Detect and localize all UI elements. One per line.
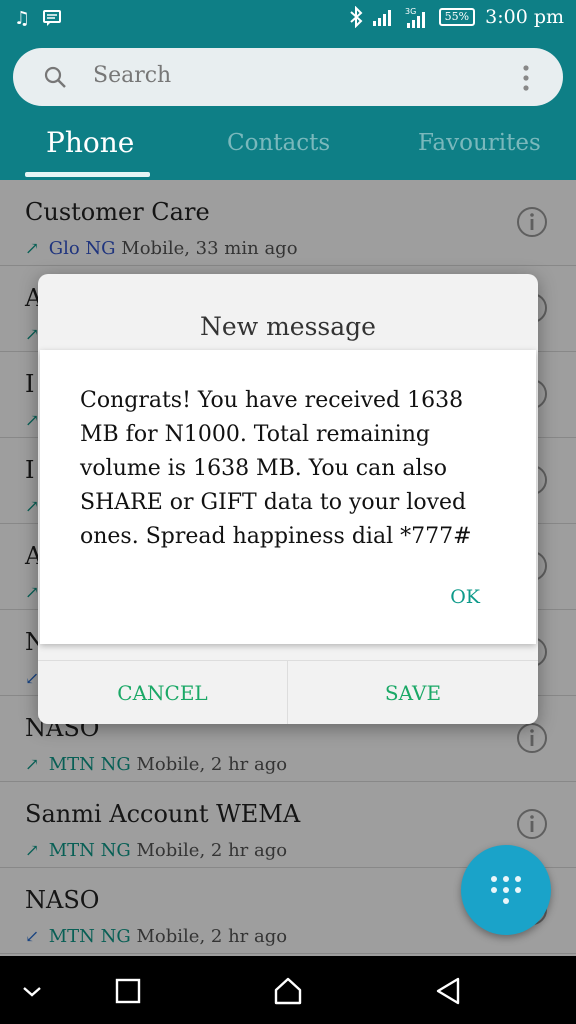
svg-text:3G: 3G [405,7,416,16]
tab-contacts[interactable]: Contacts [227,130,330,156]
tab-phone[interactable]: Phone [46,126,134,159]
dialpad-button[interactable] [461,845,551,935]
home-icon[interactable] [270,974,306,1008]
music-note-icon: ♫ [14,8,31,29]
save-button[interactable]: SAVE [288,661,538,724]
battery-icon: 55% [438,8,476,26]
message-card: Congrats! You have received 1638 MB for … [40,350,536,644]
bluetooth-icon [349,6,363,28]
cancel-button[interactable]: CANCEL [38,661,288,724]
status-bar: ♫ 3G 55% 3:00 pm [0,0,576,40]
navigation-bar [0,956,576,1024]
signal-3g-icon: 3G [405,7,425,28]
search-icon [44,66,66,88]
dialpad-icon [491,876,521,904]
search-bar[interactable]: Search [13,48,563,106]
ok-button[interactable]: OK [450,586,480,608]
message-icon [43,10,62,26]
chevron-down-icon[interactable] [14,974,50,1008]
dialog-title: New message [200,312,376,341]
app-bar: Search Phone Contacts Favourites [0,40,576,180]
tab-bar: Phone Contacts Favourites [0,124,576,180]
dialog-actions: CANCEL SAVE [38,660,538,724]
tab-favourites[interactable]: Favourites [418,130,541,156]
signal-icon [372,10,391,26]
tab-indicator [25,172,150,177]
clock: 3:00 pm [485,6,564,28]
message-body: Congrats! You have received 1638 MB for … [80,388,472,549]
new-message-dialog: New message Congrats! You have received … [38,274,538,724]
more-vert-icon[interactable] [523,65,529,91]
recents-icon[interactable] [110,974,146,1008]
back-icon[interactable] [430,974,466,1008]
search-input[interactable]: Search [93,63,171,88]
